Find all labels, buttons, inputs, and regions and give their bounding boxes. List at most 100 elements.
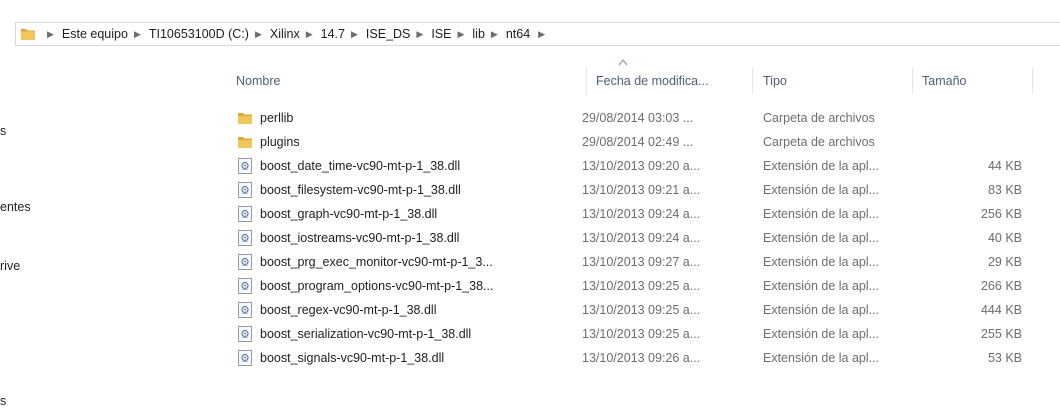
file-row[interactable]: boost_filesystem-vc90-mt-p-1_38.dll 13/10… <box>230 178 1060 202</box>
file-size: 40 KB <box>987 231 1022 245</box>
breadcrumb-label[interactable]: lib <box>472 27 485 41</box>
file-row[interactable]: boost_serialization-vc90-mt-p-1_38.dll 13… <box>230 322 1060 346</box>
breadcrumb-label[interactable]: ISE <box>431 27 451 41</box>
navigation-pane[interactable]: s entes rive s <box>0 46 230 409</box>
file-name: boost_regex-vc90-mt-p-1_38.dll <box>260 303 437 317</box>
breadcrumb-label[interactable]: nt64 <box>506 27 530 41</box>
file-size: 444 KB <box>980 303 1022 317</box>
breadcrumb-label[interactable]: 14.7 <box>321 27 345 41</box>
chevron-right-icon[interactable]: ▶ <box>538 29 545 40</box>
chevron-right-icon[interactable]: ▶ <box>351 29 358 40</box>
file-type: Extensión de la apl... <box>763 207 880 221</box>
file-name-cell[interactable]: boost_iostreams-vc90-mt-p-1_38.dll <box>236 226 590 250</box>
breadcrumb-label[interactable]: ISE_DS <box>366 27 410 41</box>
file-name-cell[interactable]: boost_serialization-vc90-mt-p-1_38.dll <box>236 322 590 346</box>
file-size <box>920 130 1022 154</box>
file-list: perllib 29/08/2014 03:03 ... Carpeta de ar… <box>230 106 1060 409</box>
file-row[interactable]: boost_prg_exec_monitor-vc90-mt-p-1_3... 1… <box>230 250 1060 274</box>
column-header-row: Nombre Fecha de modifica... Tipo Tamaño <box>230 58 1060 96</box>
column-header-name[interactable]: Nombre <box>230 69 586 93</box>
folder-icon <box>21 29 35 40</box>
file-name-cell[interactable]: boost_filesystem-vc90-mt-p-1_38.dll <box>236 178 590 202</box>
file-row[interactable]: perllib 29/08/2014 03:03 ... Carpeta de ar… <box>230 106 1060 130</box>
file-row[interactable]: boost_iostreams-vc90-mt-p-1_38.dll 13/10/… <box>230 226 1060 250</box>
file-name-cell[interactable]: boost_date_time-vc90-mt-p-1_38.dll <box>236 154 590 178</box>
nav-item[interactable]: entes <box>0 200 31 214</box>
nav-item[interactable]: s <box>0 394 6 408</box>
file-name-cell[interactable]: boost_signals-vc90-mt-p-1_38.dll <box>236 346 590 370</box>
column-header-type[interactable]: Tipo <box>757 69 917 93</box>
breadcrumb-segment[interactable]: ▶ ISE_DS <box>345 27 410 41</box>
file-row[interactable]: boost_graph-vc90-mt-p-1_38.dll 13/10/2013… <box>230 202 1060 226</box>
breadcrumb-segment[interactable]: ▶ 14.7 <box>300 27 345 41</box>
file-name: boost_graph-vc90-mt-p-1_38.dll <box>260 207 438 221</box>
file-row[interactable]: boost_signals-vc90-mt-p-1_38.dll 13/10/20… <box>230 346 1060 370</box>
file-name-cell[interactable]: boost_program_options-vc90-mt-p-1_38... <box>236 274 590 298</box>
breadcrumb-label[interactable]: TI10653100D (C:) <box>149 27 249 41</box>
file-type: Extensión de la apl... <box>763 351 880 365</box>
breadcrumb-segment[interactable]: ▶ lib <box>451 27 484 41</box>
column-header-date[interactable]: Fecha de modifica... <box>590 69 760 93</box>
file-type: Extensión de la apl... <box>763 159 880 173</box>
dll-file-icon <box>236 229 254 247</box>
column-divider[interactable] <box>586 68 587 94</box>
breadcrumb-label[interactable]: Xilinx <box>270 27 300 41</box>
breadcrumb-segment[interactable]: ▶ nt64 <box>485 27 530 41</box>
dll-file-icon <box>236 205 254 223</box>
folder-icon <box>236 109 254 127</box>
nav-item[interactable]: rive <box>0 259 20 273</box>
file-row[interactable]: boost_program_options-vc90-mt-p-1_38... 1… <box>230 274 1060 298</box>
file-name: boost_date_time-vc90-mt-p-1_38.dll <box>260 159 461 173</box>
file-type: Extensión de la apl... <box>763 279 880 293</box>
file-name: boost_filesystem-vc90-mt-p-1_38.dll <box>260 183 461 197</box>
dll-file-icon <box>236 253 254 271</box>
column-divider[interactable] <box>1032 68 1033 94</box>
file-row[interactable]: plugins 29/08/2014 02:49 ... Carpeta de ar… <box>230 130 1060 154</box>
file-size: 255 KB <box>980 327 1022 341</box>
dll-file-icon <box>236 181 254 199</box>
chevron-right-icon[interactable]: ▶ <box>47 29 54 40</box>
file-name-cell[interactable]: plugins <box>236 130 590 154</box>
chevron-right-icon[interactable]: ▶ <box>416 29 423 40</box>
column-header-size[interactable]: Tamaño <box>916 69 1026 93</box>
chevron-right-icon[interactable]: ▶ <box>134 29 141 40</box>
folder-icon <box>236 133 254 151</box>
breadcrumb-label[interactable]: Este equipo <box>62 27 128 41</box>
file-type: Extensión de la apl... <box>763 327 880 341</box>
chevron-right-icon[interactable]: ▶ <box>491 29 498 40</box>
file-row[interactable]: boost_date_time-vc90-mt-p-1_38.dll 13/10/… <box>230 154 1060 178</box>
file-name: boost_signals-vc90-mt-p-1_38.dll <box>260 351 445 365</box>
file-size: 256 KB <box>980 207 1022 221</box>
file-row[interactable]: boost_regex-vc90-mt-p-1_38.dll 13/10/2013… <box>230 298 1060 322</box>
file-type: Carpeta de archivos <box>763 111 875 125</box>
file-size <box>920 106 1022 130</box>
breadcrumb-segment[interactable]: ▶ Xilinx <box>249 27 300 41</box>
file-name-cell[interactable]: perllib <box>236 106 590 130</box>
chevron-right-icon[interactable]: ▶ <box>255 29 262 40</box>
file-name-cell[interactable]: boost_regex-vc90-mt-p-1_38.dll <box>236 298 590 322</box>
file-date: 13/10/2013 09:25 a... <box>582 279 701 293</box>
column-divider[interactable] <box>752 68 753 94</box>
column-divider[interactable] <box>912 68 913 94</box>
breadcrumb-segment[interactable]: ▶ ISE <box>410 27 451 41</box>
file-name: boost_iostreams-vc90-mt-p-1_38.dll <box>260 231 460 245</box>
chevron-right-icon[interactable]: ▶ <box>306 29 313 40</box>
nav-item[interactable]: s <box>0 124 6 138</box>
file-date: 29/08/2014 03:03 ... <box>582 111 694 125</box>
file-date: 13/10/2013 09:27 a... <box>582 255 701 269</box>
breadcrumb-segment[interactable]: ▶ Este equipo <box>41 27 128 41</box>
file-name: boost_program_options-vc90-mt-p-1_38... <box>260 279 494 293</box>
chevron-right-icon[interactable]: ▶ <box>457 29 464 40</box>
dll-file-icon <box>236 157 254 175</box>
file-name: perllib <box>260 111 294 125</box>
window-top-strip <box>0 0 1060 22</box>
file-name-cell[interactable]: boost_graph-vc90-mt-p-1_38.dll <box>236 202 590 226</box>
file-name-cell[interactable]: boost_prg_exec_monitor-vc90-mt-p-1_3... <box>236 250 590 274</box>
breadcrumb-segment[interactable]: ▶ TI10653100D (C:) <box>128 27 249 41</box>
file-size: 53 KB <box>987 351 1022 365</box>
file-date: 13/10/2013 09:20 a... <box>582 159 701 173</box>
file-date: 13/10/2013 09:21 a... <box>582 183 701 197</box>
dll-file-icon <box>236 349 254 367</box>
address-bar[interactable]: ▶ Este equipo ▶ TI10653100D (C:) ▶ Xilinx ▶ 14.… <box>15 22 1060 46</box>
file-date: 13/10/2013 09:25 a... <box>582 327 701 341</box>
